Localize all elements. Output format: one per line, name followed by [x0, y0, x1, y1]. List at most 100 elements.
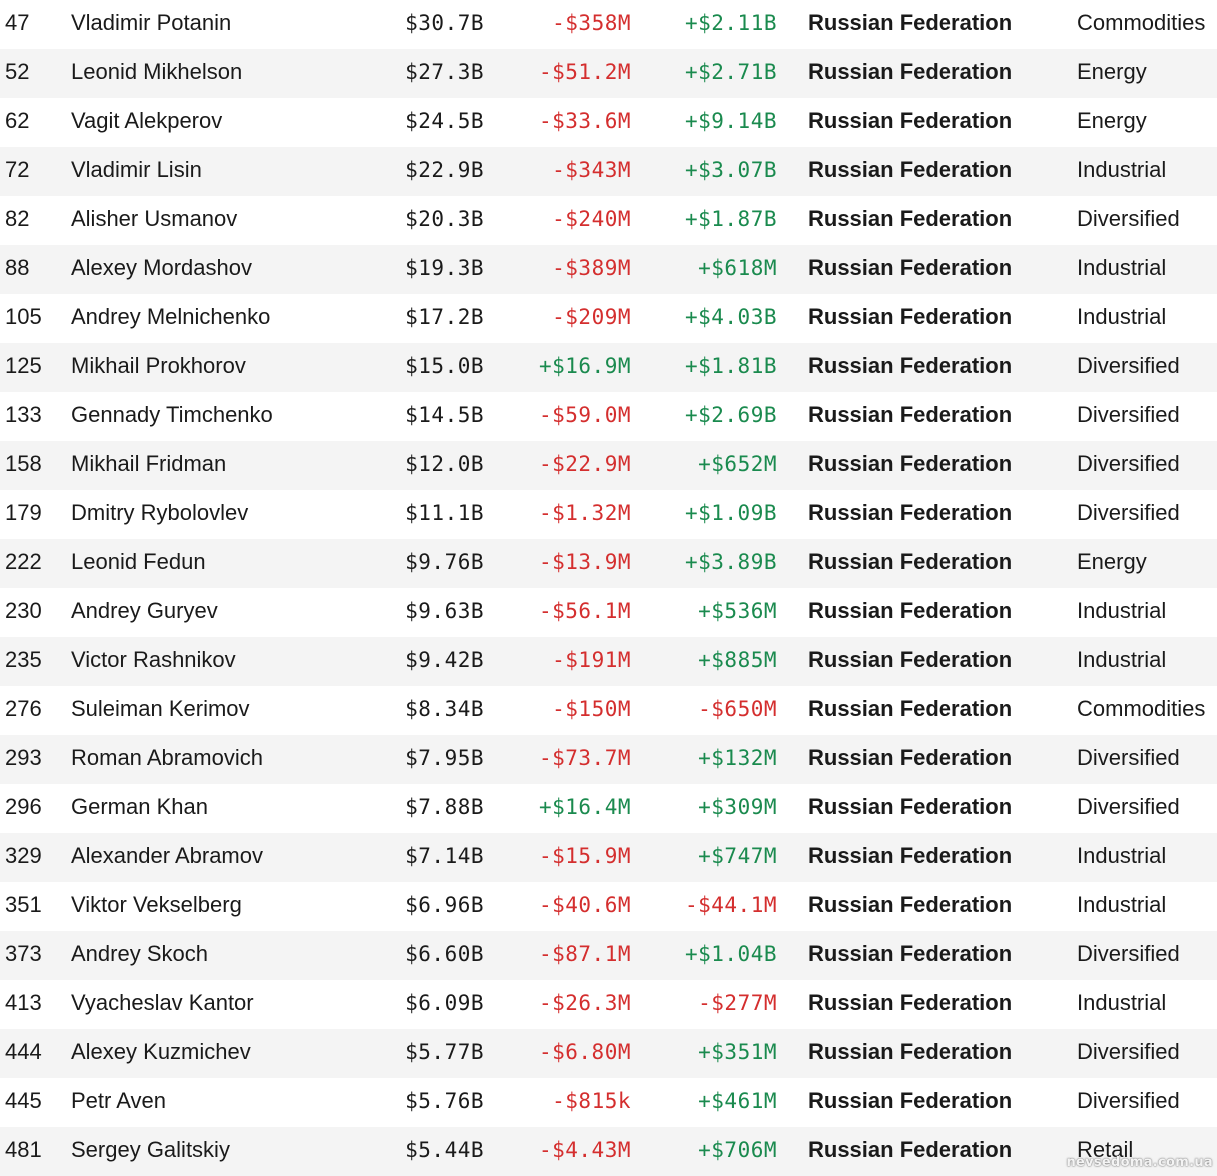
- net-worth-cell: $9.76B: [405, 550, 484, 574]
- industry-cell: Diversified: [1077, 206, 1180, 231]
- ytd-change-cell: +$309M: [698, 795, 777, 819]
- rank-cell: 88: [5, 255, 30, 280]
- country-cell: Russian Federation: [808, 696, 1013, 721]
- rank-cell: 62: [5, 108, 30, 133]
- last-change-cell: -$4.43M: [538, 1138, 631, 1162]
- rank-cell: 413: [5, 990, 42, 1015]
- table-row: 373 Andrey Skoch $6.60B -$87.1M +$1.04B Russi…: [0, 931, 1217, 980]
- net-worth-cell: $5.77B: [405, 1040, 484, 1064]
- net-worth-cell: $5.76B: [405, 1089, 484, 1113]
- rank-cell: 179: [5, 500, 42, 525]
- industry-cell: Diversified: [1077, 500, 1180, 525]
- rank-cell: 52: [5, 59, 30, 84]
- net-worth-cell: $11.1B: [405, 501, 484, 525]
- last-change-cell: -$191M: [552, 648, 631, 672]
- ytd-change-cell: +$2.71B: [684, 60, 777, 84]
- country-cell: Russian Federation: [808, 10, 1013, 35]
- net-worth-cell: $20.3B: [405, 207, 484, 231]
- industry-cell: Diversified: [1077, 353, 1180, 378]
- country-cell: Russian Federation: [808, 1137, 1013, 1162]
- industry-cell: Diversified: [1077, 794, 1180, 819]
- last-change-cell: +$16.4M: [538, 795, 631, 819]
- rank-cell: 230: [5, 598, 42, 623]
- rank-cell: 445: [5, 1088, 42, 1113]
- table-row: 445 Petr Aven $5.76B -$815k +$461M Russian Fe…: [0, 1078, 1217, 1127]
- industry-cell: Diversified: [1077, 941, 1180, 966]
- country-cell: Russian Federation: [808, 598, 1013, 623]
- industry-cell: Industrial: [1077, 255, 1167, 280]
- rank-cell: 276: [5, 696, 42, 721]
- table-row: 105 Andrey Melnichenko $17.2B -$209M +$4.03B…: [0, 294, 1217, 343]
- net-worth-cell: $14.5B: [405, 403, 484, 427]
- net-worth-cell: $7.14B: [405, 844, 484, 868]
- country-cell: Russian Federation: [808, 647, 1013, 672]
- industry-cell: Diversified: [1077, 402, 1180, 427]
- table-row: 235 Victor Rashnikov $9.42B -$191M +$885M Rus…: [0, 637, 1217, 686]
- net-worth-cell: $6.09B: [405, 991, 484, 1015]
- last-change-cell: -$40.6M: [538, 893, 631, 917]
- country-cell: Russian Federation: [808, 304, 1013, 329]
- name-cell: Roman Abramovich: [71, 745, 263, 770]
- industry-cell: Diversified: [1077, 451, 1180, 476]
- name-cell: Alexey Mordashov: [71, 255, 252, 280]
- rank-cell: 47: [5, 10, 30, 35]
- table-row: 125 Mikhail Prokhorov $15.0B +$16.9M +$1.81B…: [0, 343, 1217, 392]
- country-cell: Russian Federation: [808, 59, 1013, 84]
- table-row: 413 Vyacheslav Kantor $6.09B -$26.3M -$277M R…: [0, 980, 1217, 1029]
- table-row: 351 Viktor Vekselberg $6.96B -$40.6M -$44.1M…: [0, 882, 1217, 931]
- country-cell: Russian Federation: [808, 157, 1013, 182]
- last-change-cell: -$6.80M: [538, 1040, 631, 1064]
- table-row: 88 Alexey Mordashov $19.3B -$389M +$618M Russ…: [0, 245, 1217, 294]
- net-worth-cell: $6.60B: [405, 942, 484, 966]
- ytd-change-cell: +$2.69B: [684, 403, 777, 427]
- rank-cell: 105: [5, 304, 42, 329]
- ytd-change-cell: -$277M: [698, 991, 777, 1015]
- ytd-change-cell: +$652M: [698, 452, 777, 476]
- rank-cell: 293: [5, 745, 42, 770]
- net-worth-cell: $30.7B: [405, 11, 484, 35]
- country-cell: Russian Federation: [808, 108, 1013, 133]
- industry-cell: Industrial: [1077, 647, 1167, 672]
- rank-cell: 235: [5, 647, 42, 672]
- ytd-change-cell: -$44.1M: [684, 893, 777, 917]
- rank-cell: 373: [5, 941, 42, 966]
- country-cell: Russian Federation: [808, 500, 1013, 525]
- ytd-change-cell: +$4.03B: [684, 305, 777, 329]
- industry-cell: Industrial: [1077, 304, 1167, 329]
- country-cell: Russian Federation: [808, 353, 1013, 378]
- last-change-cell: +$16.9M: [538, 354, 631, 378]
- country-cell: Russian Federation: [808, 794, 1013, 819]
- rank-cell: 82: [5, 206, 30, 231]
- country-cell: Russian Federation: [808, 549, 1013, 574]
- ytd-change-cell: +$9.14B: [684, 109, 777, 133]
- name-cell: Vagit Alekperov: [71, 108, 223, 133]
- name-cell: Alexander Abramov: [71, 843, 263, 868]
- name-cell: Viktor Vekselberg: [71, 892, 242, 917]
- name-cell: Victor Rashnikov: [71, 647, 236, 672]
- last-change-cell: -$343M: [552, 158, 631, 182]
- billionaires-table: 47 Vladimir Potanin $30.7B -$358M +$2.11B Rus…: [0, 0, 1217, 1176]
- industry-cell: Industrial: [1077, 990, 1167, 1015]
- name-cell: Leonid Fedun: [71, 549, 206, 574]
- table-row: 52 Leonid Mikhelson $27.3B -$51.2M +$2.71B Ru…: [0, 49, 1217, 98]
- table-row: 230 Andrey Guryev $9.63B -$56.1M +$536M Russi…: [0, 588, 1217, 637]
- rank-cell: 222: [5, 549, 42, 574]
- name-cell: Sergey Galitskiy: [71, 1137, 230, 1162]
- name-cell: Andrey Melnichenko: [71, 304, 271, 329]
- name-cell: Suleiman Kerimov: [71, 696, 250, 721]
- country-cell: Russian Federation: [808, 255, 1013, 280]
- net-worth-cell: $17.2B: [405, 305, 484, 329]
- country-cell: Russian Federation: [808, 402, 1013, 427]
- last-change-cell: -$240M: [552, 207, 631, 231]
- last-change-cell: -$1.32M: [538, 501, 631, 525]
- name-cell: Andrey Skoch: [71, 941, 208, 966]
- net-worth-cell: $7.88B: [405, 795, 484, 819]
- industry-cell: Industrial: [1077, 157, 1167, 182]
- industry-cell: Commodities: [1077, 696, 1206, 721]
- industry-cell: Diversified: [1077, 1088, 1180, 1113]
- table-row: 481 Sergey Galitskiy $5.44B -$4.43M +$706M Ru…: [0, 1127, 1217, 1176]
- name-cell: Andrey Guryev: [71, 598, 218, 623]
- net-worth-cell: $5.44B: [405, 1138, 484, 1162]
- rank-cell: 72: [5, 157, 30, 182]
- last-change-cell: -$73.7M: [538, 746, 631, 770]
